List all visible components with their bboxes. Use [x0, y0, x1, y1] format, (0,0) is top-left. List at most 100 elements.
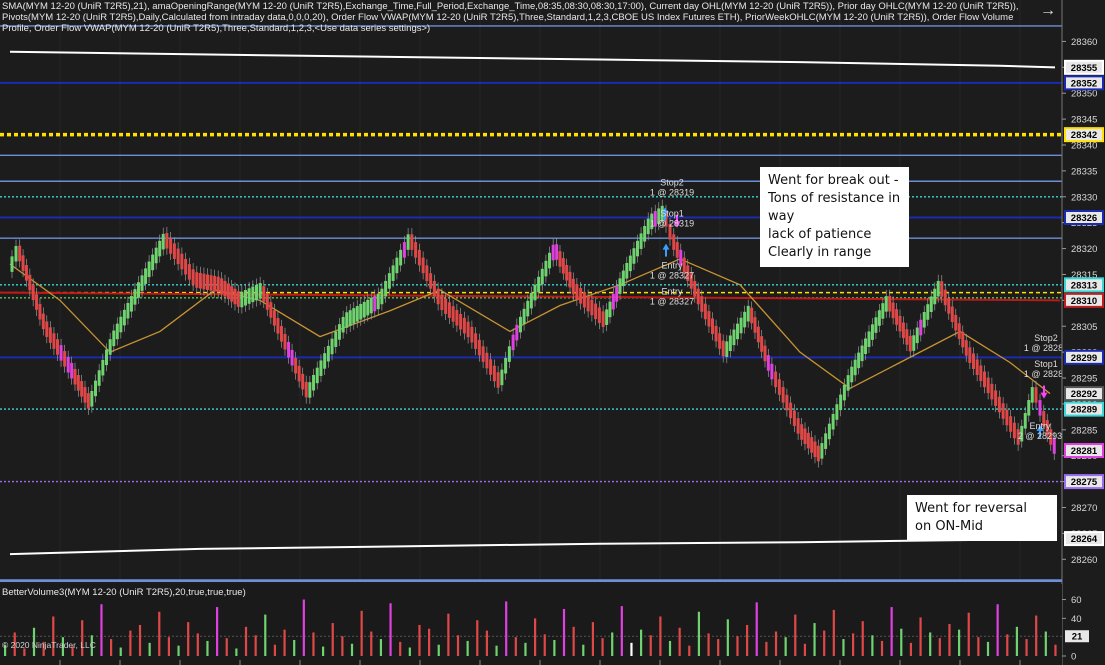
- renko-brick: [459, 313, 463, 330]
- renko-brick: [867, 331, 871, 347]
- volume-bar: [630, 642, 633, 656]
- annotation-value: 1 @ 28319: [650, 219, 694, 229]
- volume-bar: [707, 633, 710, 656]
- renko-brick: [806, 432, 810, 449]
- renko-brick: [544, 260, 548, 277]
- renko-brick: [693, 280, 697, 297]
- volume-bar: [235, 648, 238, 656]
- renko-brick: [477, 339, 481, 356]
- renko-brick: [376, 293, 380, 310]
- volume-bar: [379, 639, 383, 656]
- renko-brick: [632, 248, 636, 264]
- renko-brick: [380, 288, 384, 305]
- renko-brick: [975, 359, 979, 376]
- price-tick-label: 28345: [1071, 115, 1097, 126]
- volume-bar: [678, 627, 681, 656]
- volume-bar: [890, 607, 893, 656]
- renko-brick: [558, 251, 562, 267]
- renko-brick: [395, 257, 399, 274]
- renko-brick: [97, 370, 101, 386]
- price-tick-label: 28260: [1071, 555, 1097, 566]
- volume-bar: [543, 634, 546, 656]
- renko-brick: [972, 353, 975, 369]
- renko-brick: [83, 387, 87, 403]
- renko-brick: [56, 339, 59, 355]
- renko-brick: [161, 233, 165, 250]
- renko-brick: [10, 256, 14, 272]
- volume-bar: [1044, 631, 1047, 656]
- renko-brick: [226, 283, 230, 300]
- renko-brick: [736, 323, 739, 340]
- renko-brick: [18, 245, 22, 262]
- renko-brick: [1038, 400, 1042, 416]
- renko-brick: [105, 349, 108, 366]
- renko-brick: [919, 319, 923, 336]
- renko-brick: [352, 308, 356, 324]
- renko-brick: [355, 306, 359, 322]
- price-tick-label: 28335: [1071, 166, 1097, 177]
- arrow-right-icon[interactable]: →: [1038, 2, 1058, 20]
- renko-brick: [421, 257, 425, 274]
- volume-bar: [485, 630, 489, 656]
- renko-brick: [898, 315, 902, 332]
- note-reversal[interactable]: Went for reversal on ON-Mid: [907, 495, 1057, 541]
- renko-brick: [1034, 387, 1038, 403]
- renko-brick: [28, 274, 32, 291]
- renko-brick: [555, 244, 559, 260]
- renko-brick: [66, 356, 70, 373]
- renko-brick: [444, 298, 448, 314]
- volume-bar: [514, 637, 517, 656]
- renko-brick: [14, 245, 18, 262]
- renko-brick: [835, 404, 839, 420]
- renko-brick: [147, 261, 151, 278]
- renko-brick: [853, 359, 857, 376]
- volume-bar: [225, 638, 228, 656]
- annotation-label: Stop2: [1034, 333, 1058, 343]
- renko-brick: [80, 381, 84, 397]
- price-axis[interactable]: 2836028355283502834528340283352833028325…: [1061, 0, 1105, 665]
- renko-brick: [675, 242, 679, 258]
- volume-bar: [360, 610, 363, 656]
- volume-bar: [389, 603, 392, 656]
- volume-bar: [861, 621, 864, 656]
- copyright-text: © 2020 NinjaTrader, LLC: [2, 640, 96, 650]
- renko-brick: [86, 393, 90, 409]
- volume-average-marker-label: 21: [1072, 632, 1083, 643]
- volume-bar: [967, 612, 970, 656]
- renko-brick: [108, 339, 112, 355]
- renko-brick: [489, 359, 493, 375]
- volume-bar: [206, 640, 209, 656]
- renko-brick: [813, 441, 817, 458]
- renko-brick: [990, 383, 994, 400]
- price-tick-label: 28350: [1071, 89, 1097, 100]
- volume-bar: [958, 629, 961, 656]
- renko-brick: [933, 288, 937, 305]
- renko-brick: [850, 366, 854, 383]
- renko-brick: [750, 307, 754, 324]
- volume-bar: [948, 624, 951, 656]
- level-marker-label: 28289: [1071, 405, 1097, 416]
- renko-brick: [760, 336, 764, 352]
- renko-brick: [240, 291, 244, 308]
- renko-brick: [891, 302, 895, 319]
- renko-brick: [568, 271, 572, 288]
- note-line: way: [768, 209, 795, 224]
- volume-bar: [717, 639, 720, 656]
- renko-brick: [154, 247, 158, 264]
- renko-brick: [860, 345, 864, 362]
- renko-brick: [1027, 400, 1031, 416]
- renko-brick: [983, 371, 986, 388]
- renko-brick: [52, 333, 56, 349]
- renko-brick: [432, 280, 436, 297]
- renko-brick: [628, 255, 632, 272]
- price-tick-label: 28285: [1071, 425, 1097, 436]
- level-marker-label: 28275: [1071, 477, 1098, 488]
- renko-brick: [908, 335, 912, 352]
- renko-brick: [184, 258, 188, 275]
- note-breakout[interactable]: Went for break out - Tons of resistance …: [760, 167, 909, 267]
- renko-brick: [586, 295, 590, 312]
- price-chart[interactable]: Stop21 @ 28319Stop11 @ 28319Entry1 @ 283…: [0, 0, 1105, 665]
- renko-brick: [621, 270, 625, 287]
- renko-brick: [601, 311, 605, 327]
- renko-brick: [940, 281, 944, 297]
